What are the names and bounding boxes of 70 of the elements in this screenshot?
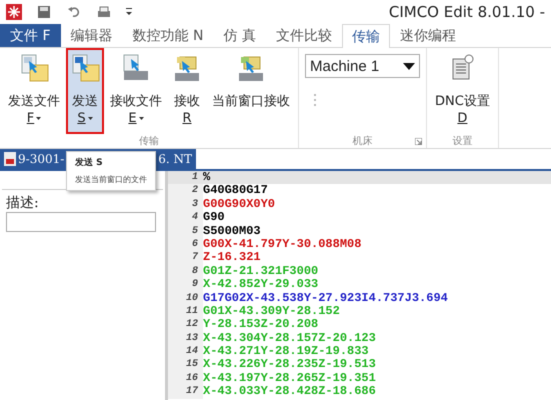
ribbon-button[interactable]: 接收文件 E — [106, 48, 166, 134]
ribbon-button[interactable]: 发送文件 F — [4, 48, 64, 134]
code-line: X-43.226Y-28.235Z-19.513 — [203, 358, 376, 372]
code-line: G17G02X-43.538Y-27.923I4.737J3.694 — [203, 292, 448, 305]
line-number: 6 — [168, 238, 203, 252]
ribbon-button[interactable]: 当前窗口接收 — [208, 48, 294, 134]
document-folder-arrow-icon — [70, 53, 100, 83]
document-folder-arrow-icon — [19, 53, 49, 83]
description-label: 描述: — [6, 194, 40, 212]
app-logo-icon — [6, 4, 22, 20]
line-number: 11 — [168, 304, 203, 318]
code-line: X-43.197Y-28.265Z-19.351 — [203, 372, 376, 386]
ribbon-button[interactable]: 接收 R — [168, 48, 206, 134]
tray-arrow-icon — [121, 53, 151, 83]
dropdown-caret-icon — [36, 117, 42, 120]
line-number: 15 — [168, 358, 203, 372]
line-number: 2 — [168, 184, 203, 198]
grip-icon — [313, 94, 317, 106]
line-number: 7 — [168, 251, 203, 265]
ribbon-tab[interactable]: 传输 — [342, 24, 390, 48]
line-number: 12 — [168, 318, 203, 332]
ribbon-tab[interactable]: 仿 真 — [213, 24, 266, 47]
line-number: 4 — [168, 211, 203, 225]
printer-icon[interactable] — [96, 4, 112, 20]
code-line: X-43.304Y-28.157Z-20.123 — [203, 332, 376, 346]
dropdown-arrow-icon — [403, 62, 415, 70]
line-number: 5 — [168, 224, 203, 238]
code-line: G00G90X0Y0 — [203, 198, 276, 212]
line-number: 10 — [168, 292, 203, 305]
ribbon-button[interactable]: DNC设置 D — [431, 48, 494, 134]
file-menu-tab[interactable]: 文件 F — [0, 24, 61, 47]
ribbon-tab[interactable]: 编辑器 — [60, 24, 123, 47]
line-number: 13 — [168, 332, 203, 346]
code-line: G00X-41.797Y-30.088M08 — [203, 238, 362, 252]
undo-icon[interactable] — [66, 4, 82, 20]
ribbon-tab[interactable]: 迷你编程 — [390, 24, 466, 47]
code-line: X-43.033Y-28.428Z-18.686 — [203, 385, 376, 399]
nc-file-icon — [4, 152, 16, 166]
line-number: 3 — [168, 198, 203, 212]
group-label: 设置 — [452, 136, 472, 147]
dropdown-caret-icon — [138, 117, 144, 120]
line-number: 14 — [168, 345, 203, 358]
code-line: % — [203, 171, 210, 184]
tooltip-description: 发送当前窗口的文件 — [75, 174, 147, 186]
tooltip-title: 发送 S — [75, 156, 104, 169]
save-icon[interactable] — [36, 4, 52, 20]
code-line: Z-16.321 — [203, 251, 261, 265]
code-line: Y-28.153Z-20.208 — [203, 318, 318, 332]
code-line: G90 — [203, 211, 225, 225]
ribbon-tab[interactable]: 文件比较 — [266, 24, 342, 47]
description-field[interactable] — [6, 212, 156, 232]
code-line: S5000M03 — [203, 224, 261, 238]
code-line: X-43.271Y-28.19Z-19.833 — [203, 345, 369, 358]
line-number: 9 — [168, 278, 203, 292]
window-title: CIMCO Edit 8.01.10 - — [388, 3, 545, 21]
dropdown-caret-icon — [88, 117, 93, 120]
code-line: G40G80G17 — [203, 184, 268, 198]
customize-caret-icon[interactable] — [126, 8, 132, 16]
ribbon-button[interactable]: 发送 S — [66, 48, 104, 134]
line-number: 16 — [168, 372, 203, 386]
machine-dropdown[interactable]: Machine 1 — [305, 54, 420, 78]
code-line: G01X-43.309Y-28.152 — [203, 304, 340, 318]
line-number: 17 — [168, 385, 203, 399]
code-line: X-42.852Y-29.033 — [203, 278, 318, 292]
group-label: 传输 — [139, 136, 159, 147]
code-line: G01Z-21.321F3000 — [203, 264, 318, 278]
line-number: 8 — [168, 264, 203, 278]
dialog-launcher-icon[interactable] — [415, 138, 422, 145]
group-label: 机床 — [352, 136, 372, 147]
ribbon-tab[interactable]: 数控功能 N — [122, 24, 214, 47]
